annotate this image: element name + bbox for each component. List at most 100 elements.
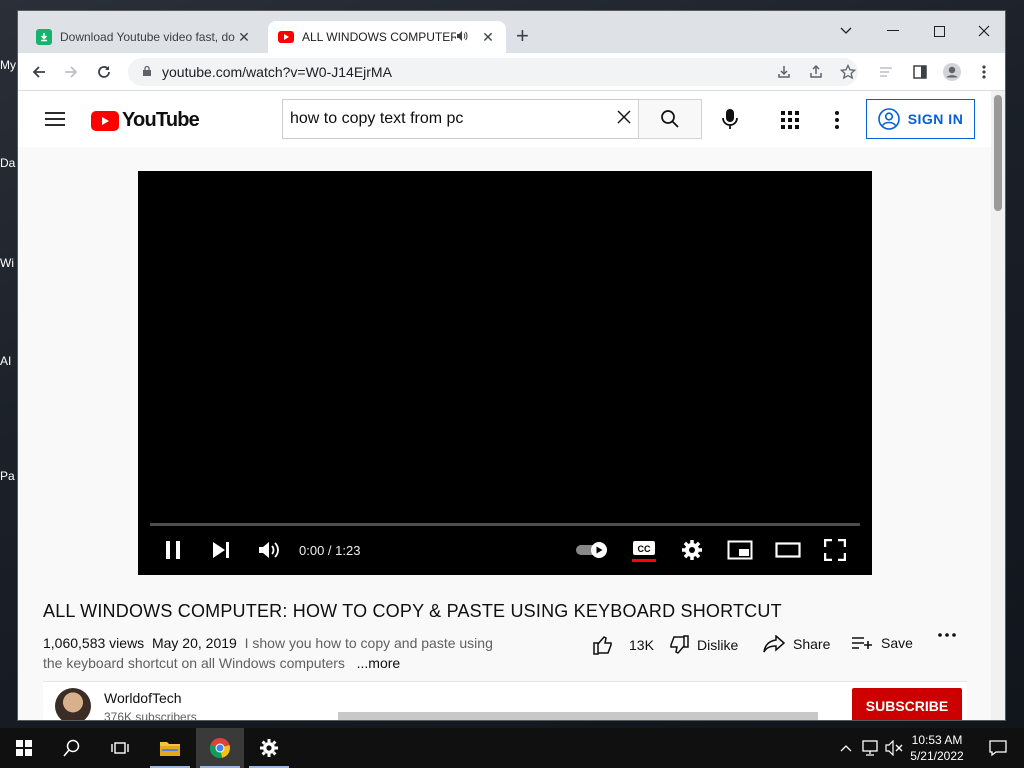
voice-search-button[interactable] <box>720 107 740 136</box>
back-button[interactable] <box>28 61 50 83</box>
network-button[interactable] <box>860 728 882 768</box>
channel-name[interactable]: WorldofTech <box>104 690 182 706</box>
next-icon <box>213 542 229 558</box>
desktop-label-2[interactable]: Da <box>0 156 18 170</box>
theater-mode-button[interactable] <box>775 538 801 562</box>
like-button[interactable]: 13K <box>593 635 654 655</box>
new-tab-button[interactable]: + <box>516 25 529 47</box>
autoplay-icon <box>576 542 607 558</box>
search-input[interactable]: how to copy text from pc <box>282 99 639 139</box>
url-text: youtube.com/watch?v=W0-J14EjrMA <box>162 64 392 80</box>
dislike-button[interactable]: Dislike <box>669 635 738 655</box>
channel-avatar[interactable] <box>55 688 91 720</box>
upload-date: May 20, 2019 <box>151 635 237 651</box>
network-icon <box>862 740 878 756</box>
start-button[interactable] <box>0 728 48 768</box>
clear-search-icon[interactable] <box>609 110 639 129</box>
clock[interactable]: 10:53 AM 5/21/2022 <box>905 732 969 764</box>
desktop-label-5[interactable]: Pa <box>0 469 18 483</box>
close-window-button[interactable] <box>961 17 1005 45</box>
maximize-button[interactable] <box>916 17 962 45</box>
captions-button[interactable]: CC <box>632 538 656 562</box>
youtube-logo[interactable]: YouTube <box>91 109 200 132</box>
task-view-button[interactable] <box>96 728 144 768</box>
account-icon <box>877 108 900 130</box>
volume-tray-button[interactable] <box>883 728 905 768</box>
search-icon <box>661 110 679 128</box>
install-app-icon[interactable] <box>773 61 795 83</box>
minimize-button[interactable] <box>870 17 916 45</box>
notifications-button[interactable] <box>974 728 1022 768</box>
show-hidden-icons-button[interactable] <box>836 728 856 768</box>
browser-toolbar: youtube.com/watch?v=W0-J14EjrMA <box>18 53 1005 91</box>
progress-bar[interactable] <box>150 523 860 526</box>
speaker-icon[interactable] <box>456 30 468 45</box>
hamburger-menu-icon[interactable] <box>45 111 65 132</box>
pause-button[interactable] <box>164 538 182 562</box>
search-button[interactable] <box>638 99 702 139</box>
horizontal-scrollbar[interactable] <box>338 712 818 720</box>
tab-title: Download Youtube video fast, do <box>60 30 235 44</box>
share-page-icon[interactable] <box>805 61 827 83</box>
clock-time: 10:53 AM <box>911 733 963 747</box>
video-title: ALL WINDOWS COMPUTER: HOW TO COPY & PAST… <box>43 601 782 621</box>
svg-text:CC: CC <box>638 544 651 554</box>
volume-button[interactable] <box>258 538 280 562</box>
view-count: 1,060,583 views <box>43 635 145 651</box>
tab-search-icon[interactable] <box>823 17 869 45</box>
address-bar[interactable]: youtube.com/watch?v=W0-J14EjrMA <box>128 58 858 86</box>
reload-button[interactable] <box>93 61 115 83</box>
volume-icon <box>259 542 279 558</box>
tab-download[interactable]: Download Youtube video fast, do ✕ <box>26 21 262 53</box>
playlist-add-icon <box>852 637 872 649</box>
search-icon <box>63 739 80 757</box>
save-button[interactable]: Save <box>851 635 913 651</box>
close-tab-icon[interactable]: ✕ <box>480 29 496 46</box>
share-button[interactable]: Share <box>763 635 830 653</box>
settings-more-icon[interactable] <box>835 111 839 134</box>
apps-grid-icon[interactable] <box>781 111 799 134</box>
more-actions-button[interactable] <box>938 633 956 637</box>
sign-in-button[interactable]: SIGN IN <box>866 99 975 139</box>
forward-button[interactable] <box>60 61 82 83</box>
thumbs-down-icon <box>670 635 689 654</box>
scrollbar-thumb[interactable] <box>994 95 1002 211</box>
settings-app-button[interactable] <box>245 728 293 768</box>
fullscreen-button[interactable] <box>824 538 846 562</box>
taskbar-search-button[interactable] <box>48 728 96 768</box>
taskbar: 10:53 AM 5/21/2022 <box>0 728 1024 768</box>
microphone-icon <box>722 109 738 129</box>
download-favicon-icon <box>36 29 52 45</box>
profile-icon[interactable] <box>941 61 963 83</box>
desktop-label-1[interactable]: My <box>0 58 18 72</box>
side-panel-icon[interactable] <box>909 61 931 83</box>
tab-youtube[interactable]: ALL WINDOWS COMPUTER: ✕ <box>268 21 506 53</box>
fullscreen-icon <box>824 539 846 561</box>
more-horizontal-icon <box>938 633 956 637</box>
lock-icon[interactable] <box>142 64 152 80</box>
video-description[interactable]: 1,060,583 views May 20, 2019 I show you … <box>43 633 513 673</box>
chrome-button[interactable] <box>196 728 244 768</box>
autoplay-toggle[interactable] <box>575 538 611 562</box>
desktop-label-4[interactable]: AI <box>0 354 18 368</box>
miniplayer-button[interactable] <box>727 538 753 562</box>
next-button[interactable] <box>212 538 230 562</box>
theater-icon <box>775 542 801 558</box>
reading-list-icon[interactable] <box>875 61 897 83</box>
browser-menu-icon[interactable] <box>973 61 995 83</box>
thumbs-up-icon <box>593 636 612 655</box>
subscribe-button[interactable]: SUBSCRIBE <box>852 688 962 720</box>
windows-logo-icon <box>16 740 32 756</box>
notification-icon <box>989 740 1007 757</box>
sign-in-label: SIGN IN <box>907 111 964 127</box>
desktop-label-3[interactable]: Wi <box>0 256 18 270</box>
folder-icon <box>160 742 180 756</box>
close-tab-icon[interactable]: ✕ <box>236 29 252 46</box>
video-player[interactable]: 0:00 / 1:23 CC <box>138 171 872 575</box>
file-explorer-button[interactable] <box>146 728 194 768</box>
save-label: Save <box>881 635 913 651</box>
more-link[interactable]: ...more <box>357 655 401 671</box>
vertical-scrollbar[interactable] <box>991 91 1005 720</box>
bookmark-star-icon[interactable] <box>837 61 859 83</box>
settings-button[interactable] <box>681 538 703 562</box>
